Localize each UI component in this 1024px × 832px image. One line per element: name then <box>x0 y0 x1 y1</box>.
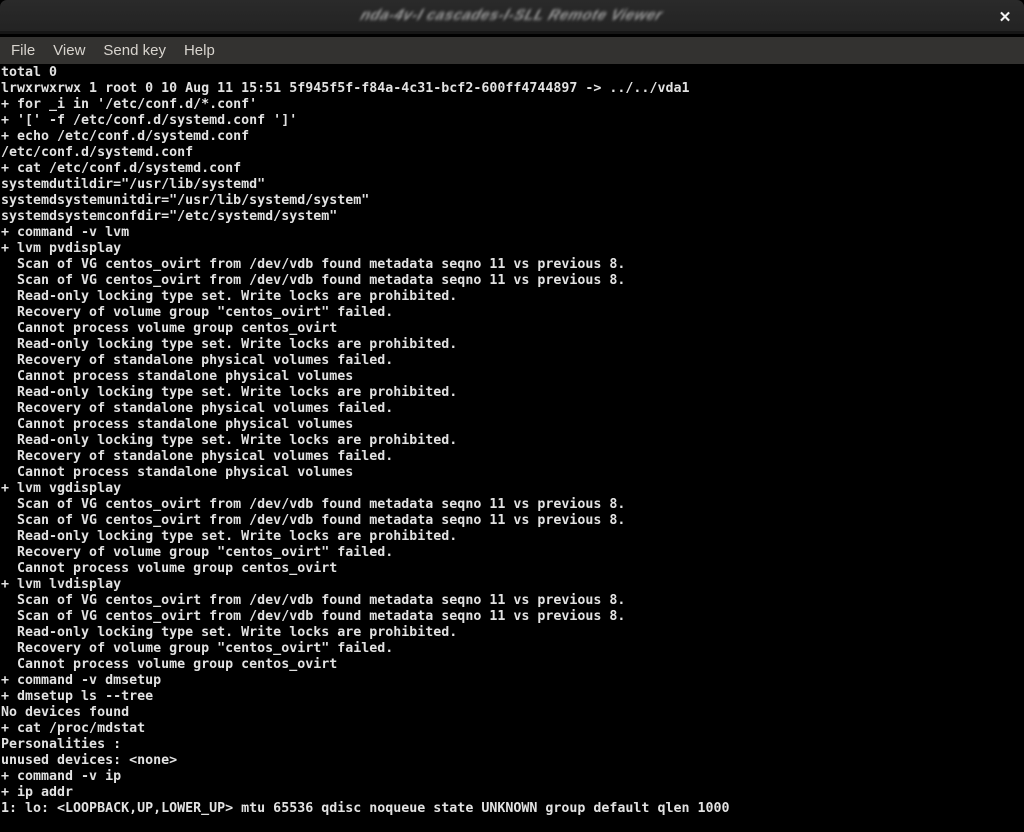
remote-viewer-window: nda-4v-l cascades-l-SLL Remote Viewer ✕ … <box>0 0 1024 832</box>
vm-console-display[interactable]: total 0 lrwxrwxrwx 1 root 0 10 Aug 11 15… <box>0 64 1024 832</box>
close-icon: ✕ <box>999 10 1012 25</box>
terminal-output: total 0 lrwxrwxrwx 1 root 0 10 Aug 11 15… <box>1 65 1024 817</box>
menu-view[interactable]: View <box>44 38 94 63</box>
menubar: File View Send key Help <box>0 37 1024 64</box>
window-title: nda-4v-l cascades-l-SLL Remote Viewer <box>359 7 666 24</box>
close-button[interactable]: ✕ <box>986 0 1024 34</box>
menu-help[interactable]: Help <box>175 38 224 63</box>
titlebar[interactable]: nda-4v-l cascades-l-SLL Remote Viewer ✕ <box>0 0 1024 34</box>
menu-file[interactable]: File <box>2 38 44 63</box>
menu-send-key[interactable]: Send key <box>94 38 175 63</box>
